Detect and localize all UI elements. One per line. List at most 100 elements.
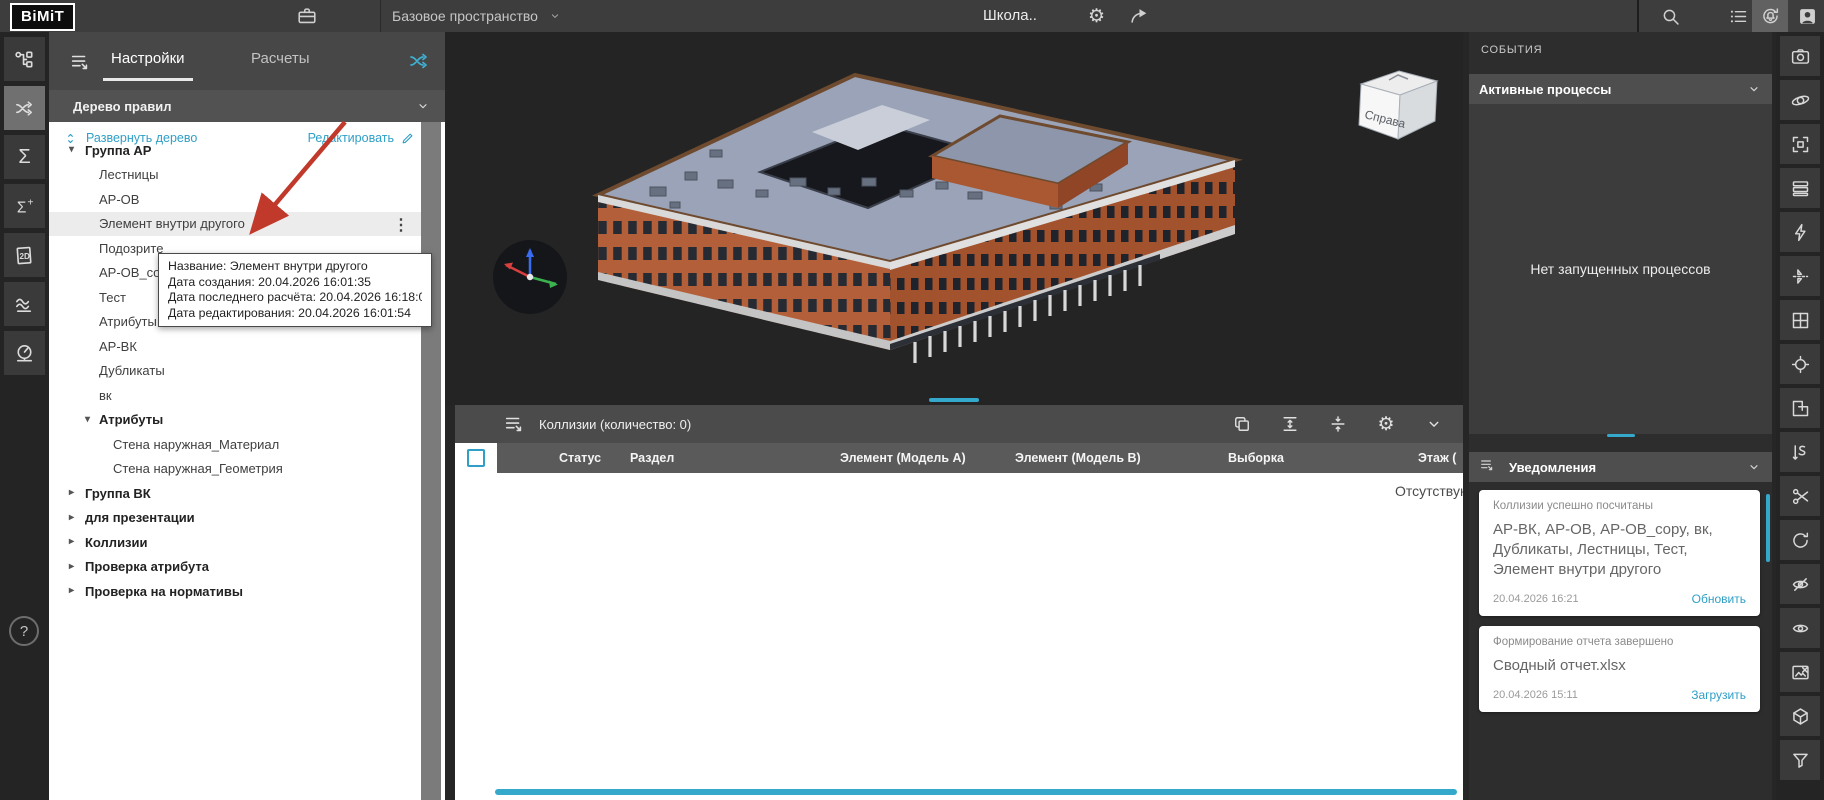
workspace-dropdown[interactable]: Базовое пространство bbox=[392, 0, 562, 32]
expand-rows-icon[interactable] bbox=[1279, 413, 1301, 435]
tree-scrollbar[interactable] bbox=[421, 122, 441, 800]
tree-item-label: Атрибуты bbox=[99, 412, 163, 427]
section-button[interactable] bbox=[1780, 256, 1820, 296]
floor-plan-button[interactable] bbox=[1780, 388, 1820, 428]
orbit-button[interactable] bbox=[1780, 80, 1820, 120]
sum-add-button[interactable]: Σ+ bbox=[4, 184, 45, 228]
refresh-button[interactable] bbox=[1780, 520, 1820, 560]
panel-menu-icon[interactable] bbox=[69, 51, 91, 73]
tree-item[interactable]: ▸для презентации bbox=[49, 506, 421, 531]
table-settings-icon[interactable]: ⚙ bbox=[1375, 413, 1397, 435]
notification-action-link[interactable]: Обновить bbox=[1692, 592, 1746, 606]
active-processes-title: Активные процессы bbox=[1479, 82, 1611, 97]
search-icon[interactable] bbox=[1652, 0, 1688, 32]
panel-drag-handle[interactable] bbox=[929, 398, 979, 402]
grid-button[interactable] bbox=[1780, 300, 1820, 340]
2d-view-button[interactable]: 2D bbox=[4, 233, 45, 277]
hide-element-button[interactable] bbox=[1780, 564, 1820, 604]
chevron-right-icon[interactable]: ▸ bbox=[69, 512, 74, 523]
tree-item[interactable]: Стена наружная_Геометрия bbox=[49, 457, 421, 482]
tree-item[interactable]: Дубликаты bbox=[49, 359, 421, 384]
kebab-menu-icon[interactable]: ⋮ bbox=[393, 215, 409, 235]
screenshot-button[interactable] bbox=[1780, 36, 1820, 76]
column-header-6[interactable]: Этаж ( bbox=[1418, 451, 1456, 465]
tree-item[interactable]: ▾ Группа АР bbox=[49, 138, 421, 163]
column-header-3[interactable]: Элемент (Модель А) bbox=[840, 451, 966, 465]
tree-item-label: Группа АР bbox=[85, 143, 151, 158]
chevron-down-icon[interactable]: ▾ bbox=[69, 144, 74, 155]
tab-settings[interactable]: Настройки bbox=[111, 50, 185, 67]
tree-item[interactable]: вк bbox=[49, 383, 421, 408]
active-processes-header[interactable]: Активные процессы bbox=[1469, 74, 1772, 104]
tree-item[interactable]: ▸Проверка атрибута bbox=[49, 555, 421, 580]
list-icon[interactable] bbox=[1720, 0, 1756, 32]
notifications-menu-icon[interactable] bbox=[1479, 457, 1499, 477]
tab-calculations[interactable]: Расчеты bbox=[251, 50, 310, 67]
chevron-right-icon[interactable]: ▸ bbox=[69, 536, 74, 547]
measure-button[interactable] bbox=[1780, 212, 1820, 252]
tree-item[interactable]: Лестницы bbox=[49, 163, 421, 188]
tree-item[interactable]: АР-ВК bbox=[49, 334, 421, 359]
bounding-box-button[interactable] bbox=[1780, 696, 1820, 736]
sort-button[interactable] bbox=[1780, 432, 1820, 472]
tree-item[interactable]: ▸Коллизии bbox=[49, 530, 421, 555]
3d-viewport[interactable]: Справа bbox=[445, 32, 1463, 405]
cut-button[interactable] bbox=[1780, 476, 1820, 516]
svg-text:Σ: Σ bbox=[17, 199, 26, 216]
focus-button[interactable] bbox=[1780, 344, 1820, 384]
notifications-scrollbar[interactable] bbox=[1766, 494, 1770, 562]
tree-item-label: Лестницы bbox=[99, 167, 158, 182]
user-icon[interactable] bbox=[1789, 0, 1824, 32]
chevron-down-icon[interactable] bbox=[1746, 81, 1762, 97]
layers-button[interactable] bbox=[1780, 168, 1820, 208]
tree-item[interactable]: Стена наружная_Материал bbox=[49, 432, 421, 457]
orbit-icon bbox=[1790, 90, 1811, 111]
duplicate-icon[interactable] bbox=[1231, 413, 1253, 435]
tree-item[interactable]: ▾ Атрибуты bbox=[49, 408, 421, 433]
dashboard-button[interactable] bbox=[4, 331, 45, 375]
tree-item[interactable]: АР-ОВ bbox=[49, 187, 421, 212]
chevron-right-icon[interactable]: ▸ bbox=[69, 585, 74, 596]
notifications-header[interactable]: Уведомления bbox=[1469, 452, 1772, 482]
help-icon[interactable]: ? bbox=[9, 616, 39, 646]
horizontal-scrollbar[interactable] bbox=[495, 789, 1457, 795]
column-header-4[interactable]: Элемент (Модель B) bbox=[1015, 451, 1141, 465]
model-tree-button[interactable] bbox=[4, 37, 45, 81]
events-drag-handle[interactable] bbox=[1607, 434, 1635, 437]
select-all-checkbox[interactable] bbox=[467, 449, 485, 467]
section-title: Дерево правил bbox=[73, 99, 171, 114]
bolt-icon bbox=[1790, 222, 1811, 243]
rules-tree-section-header[interactable]: Дерево правил bbox=[49, 90, 445, 122]
tree-item[interactable]: ▸Группа ВК bbox=[49, 481, 421, 506]
column-header-2[interactable]: Раздел bbox=[630, 451, 674, 465]
notification-action-link[interactable]: Загрузить bbox=[1691, 688, 1746, 702]
hide-image-button[interactable] bbox=[1780, 652, 1820, 692]
collisions-menu-icon[interactable] bbox=[503, 413, 525, 435]
tree-item[interactable]: ▸Проверка на нормативы bbox=[49, 579, 421, 604]
fit-view-button[interactable] bbox=[1780, 124, 1820, 164]
chevron-down-icon bbox=[415, 98, 431, 114]
show-element-button[interactable] bbox=[1780, 608, 1820, 648]
sum-button[interactable]: Σ bbox=[4, 135, 45, 179]
top-bar: BiMiT Базовое пространство Школа.. ⚙ bbox=[0, 0, 1824, 33]
chevron-down-icon[interactable]: ▾ bbox=[85, 414, 90, 425]
notification-card: Формирование отчета завершеноСводный отч… bbox=[1479, 626, 1760, 712]
collapse-rows-icon[interactable] bbox=[1327, 413, 1349, 435]
gear-icon[interactable]: ⚙ bbox=[1088, 6, 1110, 28]
filter-button[interactable] bbox=[1780, 740, 1820, 780]
divider bbox=[380, 0, 381, 32]
notifications-icon[interactable] bbox=[1752, 0, 1788, 32]
chevron-right-icon[interactable]: ▸ bbox=[69, 487, 74, 498]
share-icon[interactable] bbox=[1128, 5, 1150, 27]
no-processes-text: Нет запущенных процессов bbox=[1530, 261, 1710, 277]
collapse-panel-icon[interactable] bbox=[1423, 413, 1445, 435]
column-header-1[interactable]: Статус bbox=[559, 451, 601, 465]
collisions-mode-icon[interactable] bbox=[407, 49, 431, 73]
briefcase-icon[interactable] bbox=[296, 5, 318, 27]
chevron-right-icon[interactable]: ▸ bbox=[69, 561, 74, 572]
tree-item[interactable]: Элемент внутри другого⋮ bbox=[49, 212, 421, 237]
collision-rules-button[interactable] bbox=[4, 86, 45, 130]
charts-button[interactable] bbox=[4, 282, 45, 326]
chevron-down-icon[interactable] bbox=[1746, 459, 1762, 475]
column-header-5[interactable]: Выборка bbox=[1228, 451, 1284, 465]
